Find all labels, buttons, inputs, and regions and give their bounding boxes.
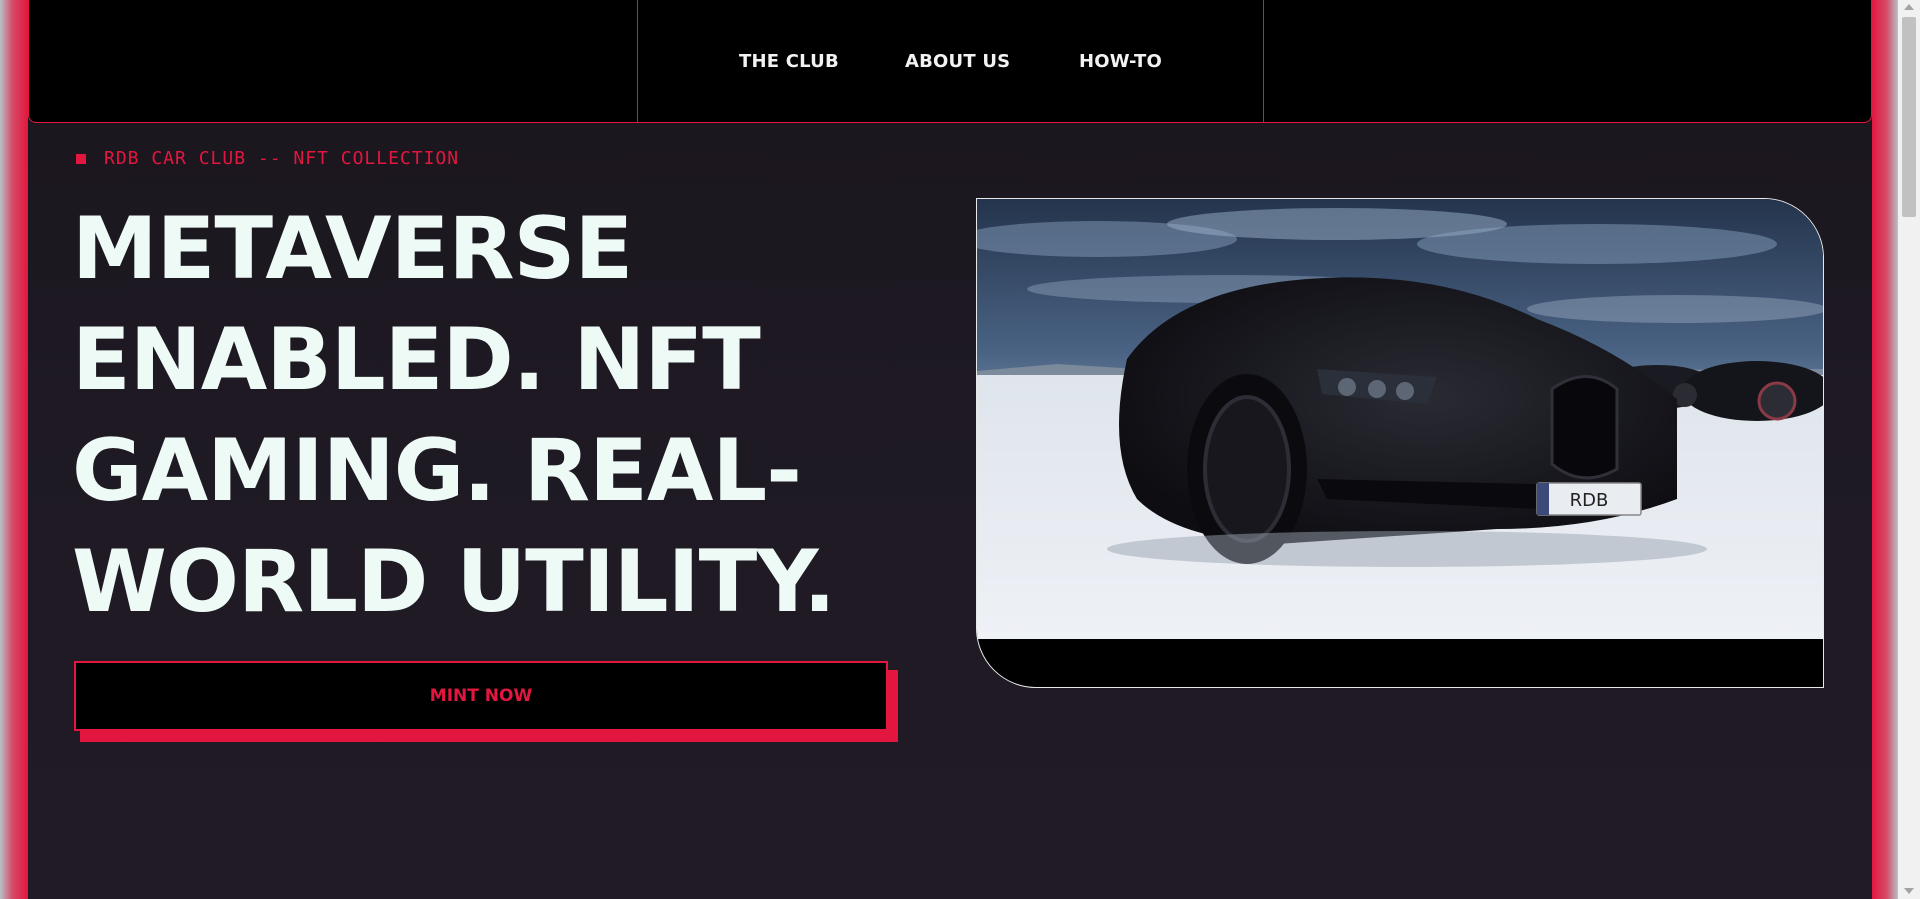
hero-car-image: RDB	[977, 199, 1823, 639]
page: THE CLUB ABOUT US HOW-TO RDB CAR CLUB --…	[28, 0, 1872, 899]
left-glow-edge	[0, 0, 28, 899]
nav-link-how-to[interactable]: HOW-TO	[1079, 51, 1162, 72]
nav-link-about-us[interactable]: ABOUT US	[905, 51, 1010, 72]
headline-line-4: WORLD UTILITY.	[72, 532, 836, 632]
headline-line-2: ENABLED. NFT	[72, 310, 761, 410]
headline-line-1: METAVERSE	[72, 199, 633, 299]
scroll-up-arrow-icon[interactable]	[1904, 4, 1914, 10]
hero-headline: METAVERSE ENABLED. NFT GAMING. REAL- WOR…	[72, 194, 952, 638]
nav-divider-right	[1263, 0, 1264, 122]
scrollbar-thumb[interactable]	[1902, 17, 1916, 217]
nav-divider-left	[637, 0, 638, 122]
nav-link-the-club[interactable]: THE CLUB	[739, 51, 839, 72]
right-glow-edge	[1872, 0, 1898, 899]
square-bullet-icon	[76, 154, 86, 164]
eyebrow-label: RDB CAR CLUB -- NFT COLLECTION	[104, 148, 460, 169]
license-plate-text: RDB	[1570, 490, 1609, 511]
scroll-down-arrow-icon[interactable]	[1904, 888, 1914, 894]
mint-now-button[interactable]: MINT NOW	[74, 661, 888, 731]
browser-viewport: THE CLUB ABOUT US HOW-TO RDB CAR CLUB --…	[0, 0, 1920, 899]
top-nav: THE CLUB ABOUT US HOW-TO	[28, 0, 1872, 123]
headline-line-3: GAMING. REAL-	[72, 421, 802, 521]
hero-image-card: RDB	[976, 198, 1824, 688]
